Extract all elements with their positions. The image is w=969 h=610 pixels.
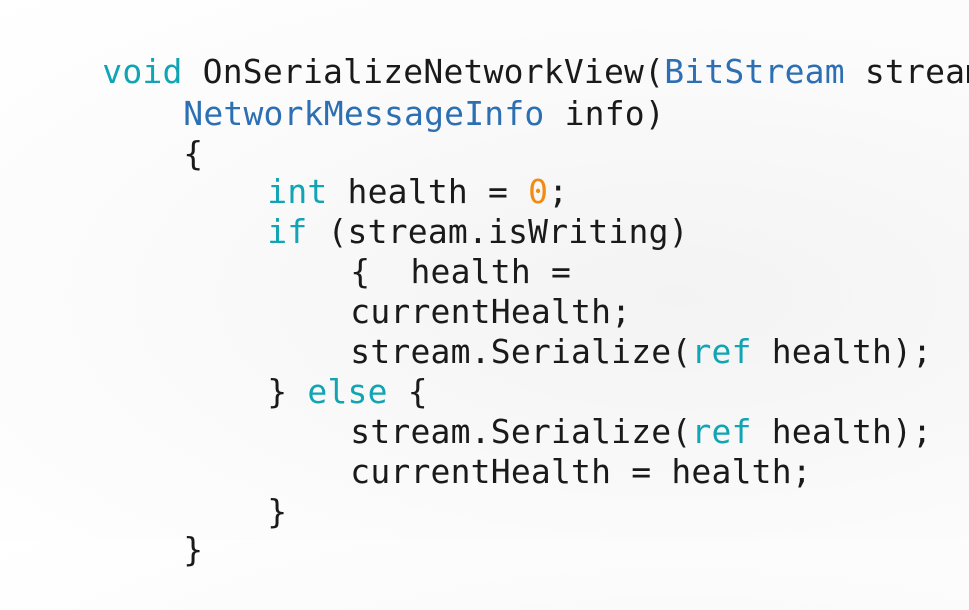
code-line-9: } else { [187, 332, 428, 411]
code-line-10: stream.Serialize(ref health); [270, 372, 932, 451]
token-type: NetworkMessageInfo [183, 94, 545, 133]
code-line-1: void OnSerializeNetworkView(BitStream st… [22, 12, 969, 91]
token-plain: stream, [864, 52, 969, 91]
code-line-2: NetworkMessageInfo info) [103, 54, 665, 133]
code-line-13: } [103, 490, 203, 569]
code-line-4: int health = 0; [187, 132, 568, 211]
code-line-11: currentHealth = health; [270, 412, 812, 491]
code-line-8: stream.Serialize(ref health); [270, 292, 932, 371]
token-plain: currentHealth = health; [350, 452, 812, 491]
token-plain: } [267, 492, 288, 531]
token-plain: health); [751, 332, 933, 371]
token-keyword: ref [691, 332, 752, 371]
token-type: BitStream [664, 52, 845, 91]
code-line-12: } [187, 452, 287, 531]
code-line-6: { health = [270, 212, 571, 291]
code-line-5: if (stream.isWriting) [187, 172, 689, 251]
code-line-3: { [103, 94, 203, 173]
code-line-7: currentHealth; [270, 252, 631, 331]
code-snippet: void OnSerializeNetworkView(BitStream st… [0, 0, 969, 569]
token-plain: } [183, 530, 204, 569]
token-plain: info) [544, 94, 665, 133]
